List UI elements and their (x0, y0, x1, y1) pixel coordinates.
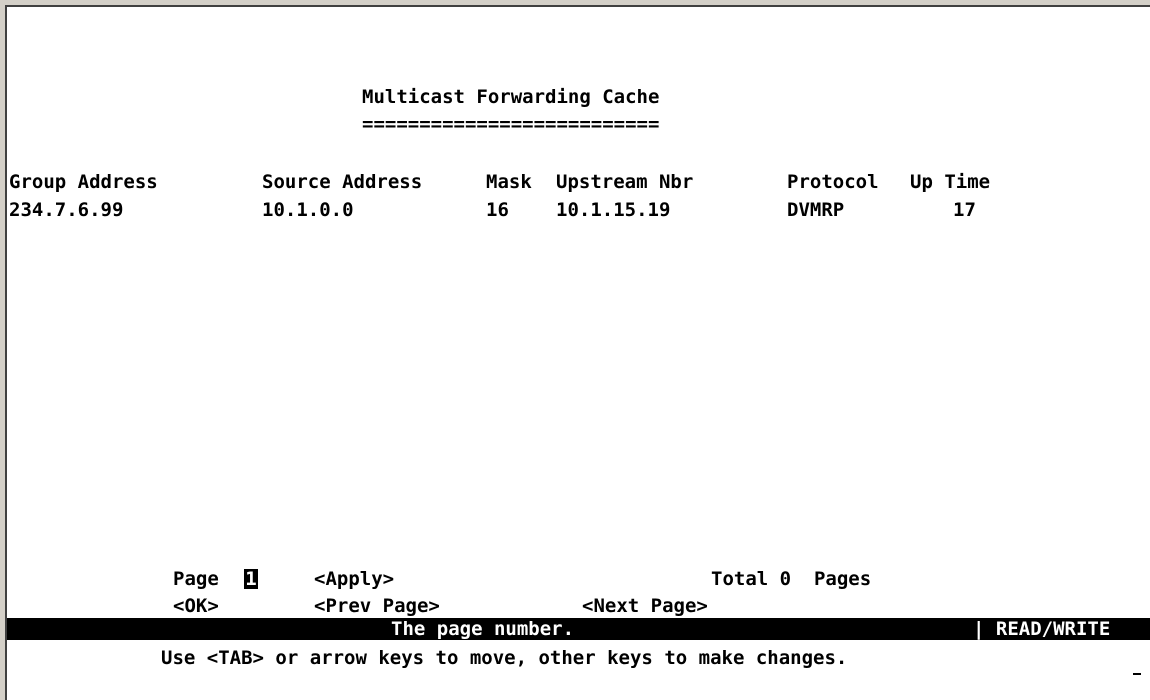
column-header-up-time: Up Time (910, 171, 991, 193)
access-mode: | READ/WRITE (973, 618, 1111, 640)
next-page-button[interactable]: <Next Page> (582, 595, 708, 617)
screen-title: Multicast Forwarding Cache (362, 86, 660, 108)
column-header-group-address: Group Address (9, 171, 158, 193)
column-header-source-address: Source Address (262, 171, 423, 193)
cell-up-time: 17 (953, 199, 976, 221)
help-text: Use <TAB> or arrow keys to move, other k… (161, 647, 848, 669)
cell-group-address: 234.7.6.99 (9, 199, 124, 221)
column-header-upstream-nbr: Upstream Nbr (556, 171, 694, 193)
terminal-window: Multicast Forwarding Cache =============… (5, 5, 1150, 700)
cell-mask: 16 (486, 199, 509, 221)
cell-upstream-nbr: 10.1.15.19 (556, 199, 671, 221)
total-pages-label: Total 0 Pages (711, 568, 872, 590)
text-cursor (1133, 673, 1141, 675)
column-header-protocol: Protocol (787, 171, 879, 193)
column-header-mask: Mask (486, 171, 532, 193)
status-bar: The page number. | READ/WRITE (7, 618, 1150, 640)
page-label: Page (173, 568, 219, 590)
page-number-input[interactable]: 1 (244, 569, 258, 589)
title-underline: ========================== (362, 113, 660, 135)
status-message: The page number. (391, 618, 575, 640)
cell-protocol: DVMRP (787, 199, 845, 221)
ok-button[interactable]: <OK> (173, 595, 219, 617)
apply-button[interactable]: <Apply> (314, 568, 394, 590)
prev-page-button[interactable]: <Prev Page> (314, 595, 440, 617)
cell-source-address: 10.1.0.0 (262, 199, 354, 221)
